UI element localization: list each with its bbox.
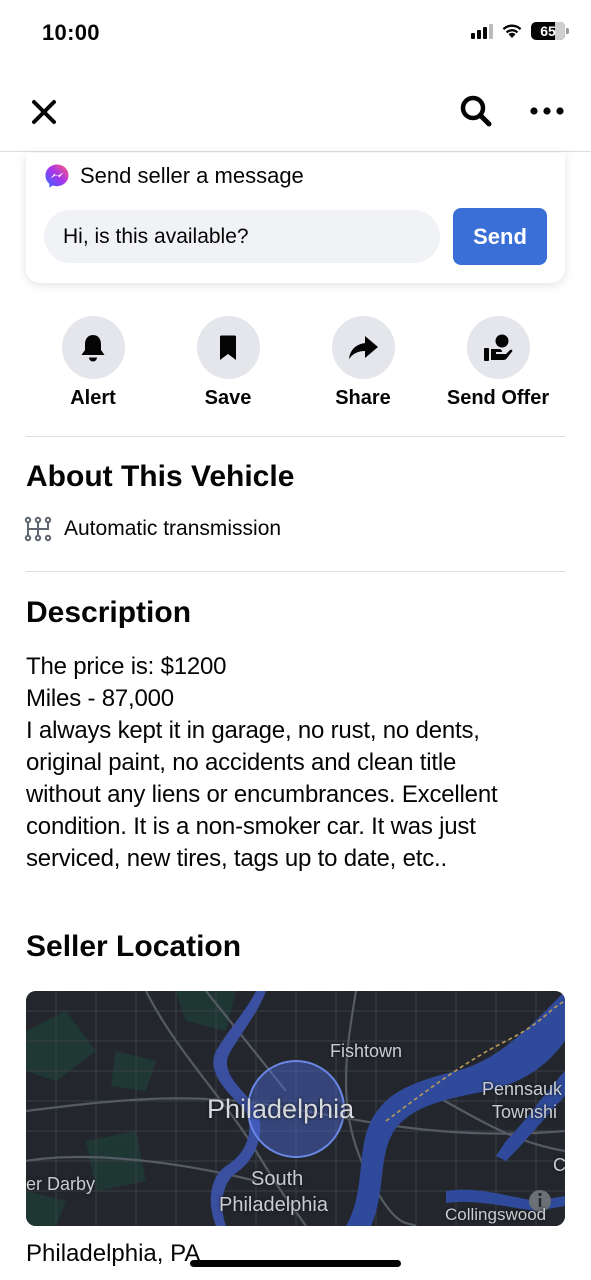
action-bar: Alert Save Share Send Offer xyxy=(26,316,565,416)
message-header: Send seller a message xyxy=(44,163,304,189)
transmission-row: Automatic transmission xyxy=(24,516,281,542)
description-line: The price is: $1200 xyxy=(26,653,227,680)
top-nav xyxy=(0,78,591,152)
alert-button[interactable]: Alert xyxy=(28,316,158,410)
seller-city: Philadelphia, PA xyxy=(26,1240,201,1267)
divider xyxy=(26,571,565,572)
description-body: The price is: $1200 Miles - 87,000 I alw… xyxy=(26,651,566,875)
gear-shift-icon xyxy=(24,516,52,542)
more-button[interactable] xyxy=(523,90,571,132)
message-header-label: Send seller a message xyxy=(80,163,304,188)
description-line: without any liens or encumbrances. Excel… xyxy=(26,781,498,808)
description-title: Description xyxy=(26,596,192,629)
share-arrow-icon xyxy=(349,335,378,359)
map-label-c: C xyxy=(553,1155,565,1175)
map-label-collingswood: Collingswood xyxy=(445,1205,547,1224)
alert-circle xyxy=(61,316,125,379)
map-label-south: South xyxy=(251,1168,304,1190)
save-circle xyxy=(196,316,260,379)
status-time: 10:00 xyxy=(42,20,100,45)
send-button[interactable]: Send xyxy=(453,208,547,265)
status-icons: 65 xyxy=(471,22,569,40)
map-label-pennsauken: Pennsauk xyxy=(482,1079,563,1099)
map-label-township: Townshi xyxy=(492,1102,558,1122)
description-line: original paint, no accidents and clean t… xyxy=(26,749,457,776)
divider xyxy=(26,436,565,437)
bell-icon xyxy=(81,334,105,361)
battery-level: 65 xyxy=(540,23,556,39)
message-input[interactable]: Hi, is this available? xyxy=(44,210,440,263)
about-title: About This Vehicle xyxy=(26,460,295,493)
messenger-icon xyxy=(45,164,69,188)
seller-location-title: Seller Location xyxy=(26,930,242,963)
send-offer-label: Send Offer xyxy=(446,387,550,409)
map-label-south-philadelphia: Philadelphia xyxy=(219,1194,328,1216)
home-indicator[interactable] xyxy=(190,1260,401,1267)
hand-offer-icon xyxy=(484,334,513,361)
close-icon xyxy=(32,100,56,124)
message-seller-card: Send seller a message Hi, is this availa… xyxy=(26,153,565,283)
close-button[interactable] xyxy=(24,92,64,132)
bookmark-icon xyxy=(220,335,236,360)
description-line: I always kept it in garage, no rust, no … xyxy=(26,717,480,744)
description-line: condition. It is a non-smoker car. It wa… xyxy=(26,813,476,840)
more-icon xyxy=(530,107,564,115)
battery-icon: 65 xyxy=(531,22,569,40)
status-bar: 10:00 65 xyxy=(0,0,591,70)
send-offer-button[interactable]: Send Offer xyxy=(433,316,563,410)
description-line: serviced, new tires, tags up to date, et… xyxy=(26,845,447,872)
alert-label: Alert xyxy=(70,387,116,409)
wifi-icon xyxy=(502,24,522,38)
map-label-philadelphia: Philadelphia xyxy=(207,1094,355,1124)
description-line: Miles - 87,000 xyxy=(26,685,174,712)
send-offer-circle xyxy=(466,316,530,379)
map-label-fishtown: Fishtown xyxy=(330,1041,403,1061)
save-button[interactable]: Save xyxy=(163,316,293,410)
transmission-label: Automatic transmission xyxy=(64,517,282,540)
cell-signal-icon xyxy=(471,23,493,39)
search-button[interactable] xyxy=(455,90,497,132)
map-label-darby: er Darby xyxy=(26,1174,96,1194)
search-icon xyxy=(460,95,492,127)
share-circle xyxy=(331,316,395,379)
share-label: Share xyxy=(335,387,391,409)
share-button[interactable]: Share xyxy=(298,316,428,410)
save-label: Save xyxy=(204,387,252,409)
location-map[interactable]: Fishtown Philadelphia Pennsauk Townshi e… xyxy=(26,991,565,1226)
